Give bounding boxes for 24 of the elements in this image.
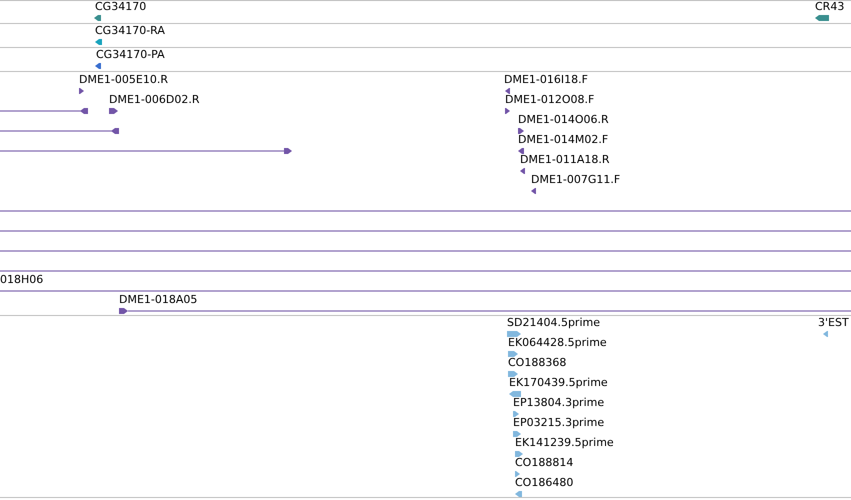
feature-label: DME1-014O06.R xyxy=(518,114,609,126)
feature-label: SD21404.5prime xyxy=(507,317,600,329)
feature-label: CG34170-PA xyxy=(96,49,165,61)
feature-label: CG34170-RA xyxy=(95,25,165,37)
feature-label: 018H06 xyxy=(0,274,44,286)
feature-label: EK064428.5prime xyxy=(508,337,607,349)
feature-label: EP03215.3prime xyxy=(513,417,604,429)
feature-label: CO188368 xyxy=(508,357,566,369)
feature-label: DME1-007G11.F xyxy=(531,174,620,186)
feature-label: DME1-018A05 xyxy=(119,294,198,306)
feature-label: CR43 xyxy=(815,1,844,13)
feature-label: DME1-016I18.F xyxy=(504,74,588,86)
feature-label: CO188814 xyxy=(515,457,574,469)
feature-label: DME1-012O08.F xyxy=(505,94,594,106)
feature-label: DME1-005E10.R xyxy=(79,74,168,86)
feature-label: EP13804.3prime xyxy=(513,397,604,409)
feature-label: CG34170 xyxy=(95,1,146,13)
feature-label: EK141239.5prime xyxy=(515,437,614,449)
feature-label: DME1-014M02.F xyxy=(518,134,608,146)
feature-label: EK170439.5prime xyxy=(509,377,608,389)
feature-label: 3'EST xyxy=(818,317,849,329)
feature-label: CO186480 xyxy=(515,477,574,489)
feature-label: DME1-006D02.R xyxy=(109,94,200,106)
feature-label: DME1-011A18.R xyxy=(520,154,610,166)
